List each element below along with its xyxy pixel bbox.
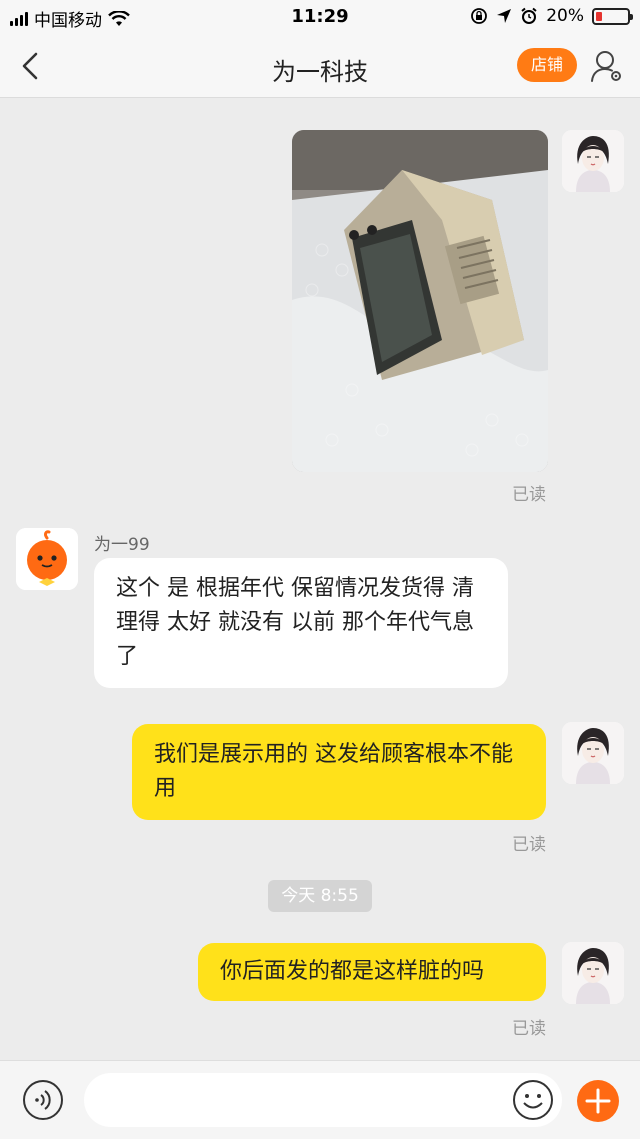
user-portrait-icon	[562, 130, 624, 192]
emoji-icon[interactable]	[512, 1079, 554, 1121]
nav-bar: 为一科技 店铺	[0, 34, 640, 98]
self-message-bubble[interactable]: 我们是展示用的 这发给顾客根本不能用	[132, 724, 546, 820]
seller-message-bubble[interactable]: 这个 是 根据年代 保留情况发货得 清理得 太好 就没有 以前 那个年代气息了	[94, 558, 508, 688]
battery-percent: 20%	[546, 6, 584, 26]
tv-photo-image	[292, 130, 548, 472]
user-settings-icon[interactable]	[590, 48, 624, 84]
lock-rotation-icon	[471, 8, 488, 24]
status-right: 20%	[470, 6, 633, 26]
shop-button[interactable]: 店铺	[517, 48, 577, 82]
alarm-icon	[521, 7, 537, 24]
seller-avatar[interactable]	[16, 528, 78, 590]
self-avatar[interactable]	[562, 130, 624, 192]
self-avatar[interactable]	[562, 722, 624, 784]
sent-photo-old-tv[interactable]	[292, 130, 548, 472]
read-status: 已读	[512, 485, 546, 505]
mascot-icon	[16, 528, 78, 590]
battery-icon	[592, 7, 633, 25]
input-bar	[0, 1060, 640, 1139]
location-icon	[497, 9, 512, 23]
message-input[interactable]	[84, 1073, 562, 1127]
read-status: 已读	[512, 1019, 546, 1039]
read-status: 已读	[512, 835, 546, 855]
status-bar: 中国移动 11:29 20%	[0, 0, 640, 34]
self-message-bubble[interactable]: 你后面发的都是这样脏的吗	[198, 943, 546, 1001]
time-divider: 今天 8:55	[268, 880, 372, 912]
voice-icon[interactable]	[22, 1079, 64, 1121]
seller-name: 为一99	[94, 535, 150, 555]
self-avatar[interactable]	[562, 942, 624, 1004]
plus-icon[interactable]	[576, 1079, 620, 1123]
user-portrait-icon	[562, 722, 624, 784]
user-portrait-icon	[562, 942, 624, 1004]
